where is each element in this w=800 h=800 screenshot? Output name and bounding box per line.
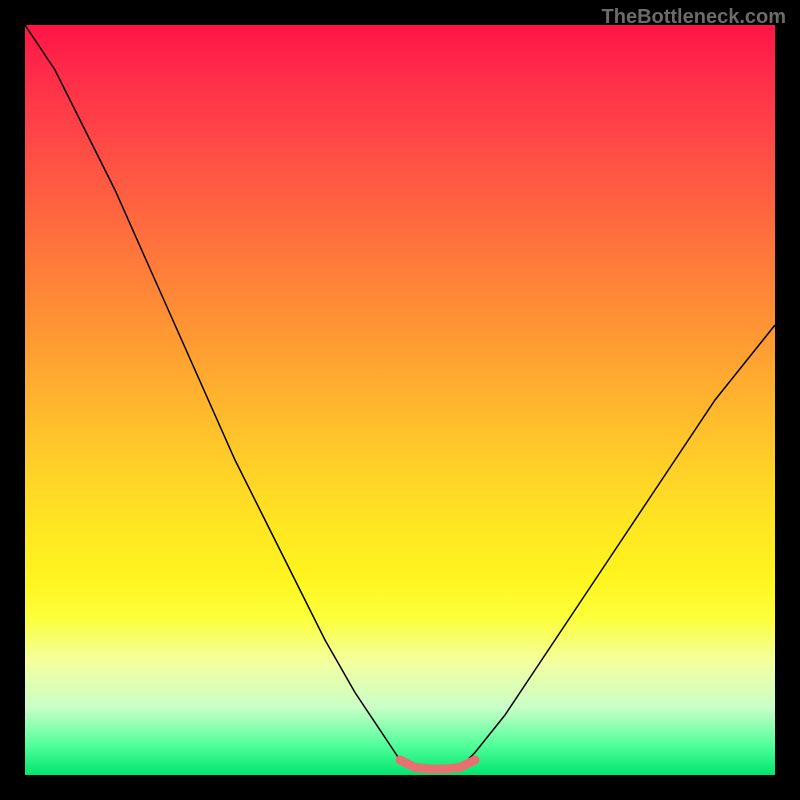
chart-svg <box>25 25 775 775</box>
flat-highlight-path <box>400 760 475 769</box>
bottleneck-curve-path <box>25 25 775 771</box>
watermark-text: TheBottleneck.com <box>602 6 786 29</box>
chart-plot-area <box>25 25 775 775</box>
